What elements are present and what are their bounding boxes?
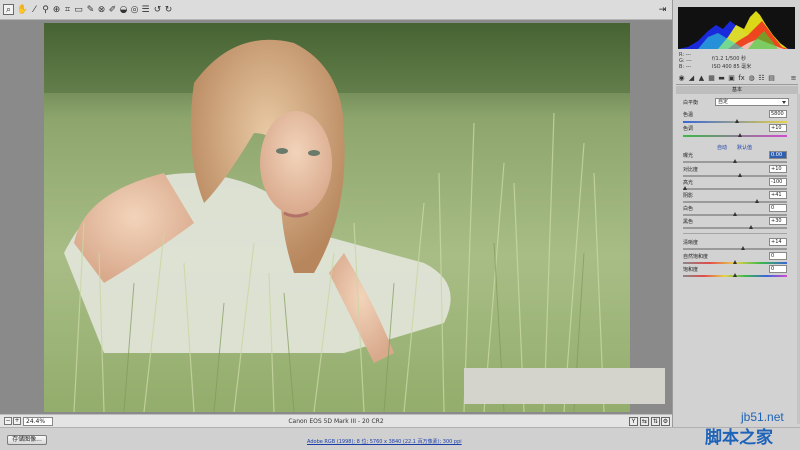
workflow-options-link[interactable]: Adobe RGB (1998); 8 位; 5760 x 3840 (22.1… [307, 438, 462, 445]
highlights-slider[interactable] [683, 186, 787, 190]
save-image-button[interactable]: 存储图像... [7, 435, 47, 445]
whites-slider[interactable] [683, 212, 787, 216]
hsl-tab-icon[interactable]: ▦ [708, 75, 715, 82]
rotate-left-icon[interactable]: ↺ [152, 4, 163, 15]
rotate-right-icon[interactable]: ↻ [163, 4, 174, 15]
highlights-input[interactable]: -100 [769, 178, 787, 186]
vibrance-input[interactable]: 0 [769, 252, 787, 260]
camera-info: Canon EOS 5D Mark III - 20 CR2 [288, 418, 384, 425]
default-link[interactable]: 默认值 [737, 144, 752, 151]
basic-tab-icon[interactable]: ◉ [678, 75, 685, 82]
exif-info: R: --- G: --- B: --- f/1.2 1/500 秒 ISO 4… [679, 52, 752, 70]
color-sampler-icon[interactable]: ⚲ [40, 4, 51, 15]
exposure-slider[interactable] [683, 159, 787, 163]
blacks-row: 黑色 +30 [683, 217, 787, 226]
photo-preview[interactable] [44, 23, 630, 412]
watermark-name: 脚本之家 [705, 428, 773, 448]
crop-icon[interactable]: ⌗ [62, 4, 73, 15]
panel-tabs: ◉ ◢ ▲ ▦ ▬ ▣ fx ◍ ☷ ▤ ≡ [676, 73, 798, 85]
white-balance-select[interactable]: 自定 [715, 98, 789, 106]
saturation-slider[interactable] [683, 273, 787, 277]
white-balance-icon[interactable]: ⁄ [29, 4, 40, 15]
straighten-icon[interactable]: ▭ [73, 4, 84, 15]
adjustment-brush-icon[interactable]: ✐ [107, 4, 118, 15]
radial-filter-icon[interactable]: ◎ [129, 4, 140, 15]
temperature-input[interactable]: 5800 [769, 110, 787, 118]
status-bar: 存储图像... Adobe RGB (1998); 8 位; 5760 x 38… [0, 427, 800, 450]
clarity-input[interactable]: +14 [769, 238, 787, 246]
fullscreen-icon[interactable]: ⇥ [657, 4, 668, 15]
contrast-row: 对比度 +10 [683, 165, 787, 174]
blacks-slider[interactable] [683, 225, 787, 229]
histogram [678, 7, 795, 49]
temperature-row: 色温 5800 [683, 110, 787, 119]
preferences-icon[interactable]: ☰ [140, 4, 151, 15]
watermark-site: jb51.net [741, 410, 784, 424]
lens-tab-icon[interactable]: ▣ [728, 75, 735, 82]
settings-icon[interactable]: ⚙ [661, 417, 670, 426]
filter-icon[interactable]: Y [629, 417, 638, 426]
highlights-row: 高光 -100 [683, 178, 787, 187]
blurred-region [464, 368, 665, 404]
contrast-slider[interactable] [683, 173, 787, 177]
shadows-row: 阴影 +41 [683, 191, 787, 200]
before-after-icon[interactable]: ⇆ [640, 417, 649, 426]
targeted-adjust-icon[interactable]: ⊕ [51, 4, 62, 15]
exposure-input[interactable]: 0.00 [769, 151, 787, 159]
auto-link[interactable]: 自动 [717, 144, 727, 151]
clarity-row: 清晰度 +14 [683, 238, 787, 247]
zoom-icon[interactable]: ⌕ [3, 4, 14, 15]
canvas-bottom-bar: − + 24.4% Canon EOS 5D Mark III - 20 CR2… [0, 414, 672, 427]
whites-input[interactable]: 0 [769, 204, 787, 212]
vibrance-slider[interactable] [683, 260, 787, 264]
tint-input[interactable]: +10 [769, 124, 787, 132]
hand-icon[interactable]: ✋ [17, 4, 28, 15]
effects-tab-icon[interactable]: fx [738, 75, 745, 82]
shadows-slider[interactable] [683, 199, 787, 203]
contrast-input[interactable]: +10 [769, 165, 787, 173]
camera-calibration-tab-icon[interactable]: ◍ [748, 75, 755, 82]
section-title: 基本 [676, 86, 798, 94]
tone-curve-tab-icon[interactable]: ◢ [688, 75, 695, 82]
snapshots-tab-icon[interactable]: ▤ [768, 75, 775, 82]
image-canvas [0, 20, 672, 414]
temperature-slider[interactable] [683, 119, 787, 123]
presets-tab-icon[interactable]: ☷ [758, 75, 765, 82]
white-balance-row: 白平衡 自定 [683, 98, 789, 107]
spot-removal-icon[interactable]: ✎ [85, 4, 96, 15]
blacks-input[interactable]: +30 [769, 217, 787, 225]
shadows-input[interactable]: +41 [769, 191, 787, 199]
view-toggle-icon[interactable]: ⇅ [651, 417, 660, 426]
toolbar: ⌕ ✋ ⁄ ⚲ ⊕ ⌗ ▭ ✎ ⊗ ✐ ◒ ◎ ☰ ↺ ↻ ⇥ [0, 0, 672, 20]
clarity-slider[interactable] [683, 246, 787, 250]
red-eye-icon[interactable]: ⊗ [96, 4, 107, 15]
adjustments-panel: R: --- G: --- B: --- f/1.2 1/500 秒 ISO 4… [672, 0, 800, 427]
photo-image [44, 23, 630, 412]
detail-tab-icon[interactable]: ▲ [698, 75, 705, 82]
graduated-filter-icon[interactable]: ◒ [118, 4, 129, 15]
divider [683, 233, 787, 234]
panel-menu-icon[interactable]: ≡ [790, 75, 797, 82]
split-toning-tab-icon[interactable]: ▬ [718, 75, 725, 82]
tint-slider[interactable] [683, 133, 787, 137]
saturation-input[interactable]: 0 [769, 265, 787, 273]
tint-row: 色调 +10 [683, 124, 787, 133]
